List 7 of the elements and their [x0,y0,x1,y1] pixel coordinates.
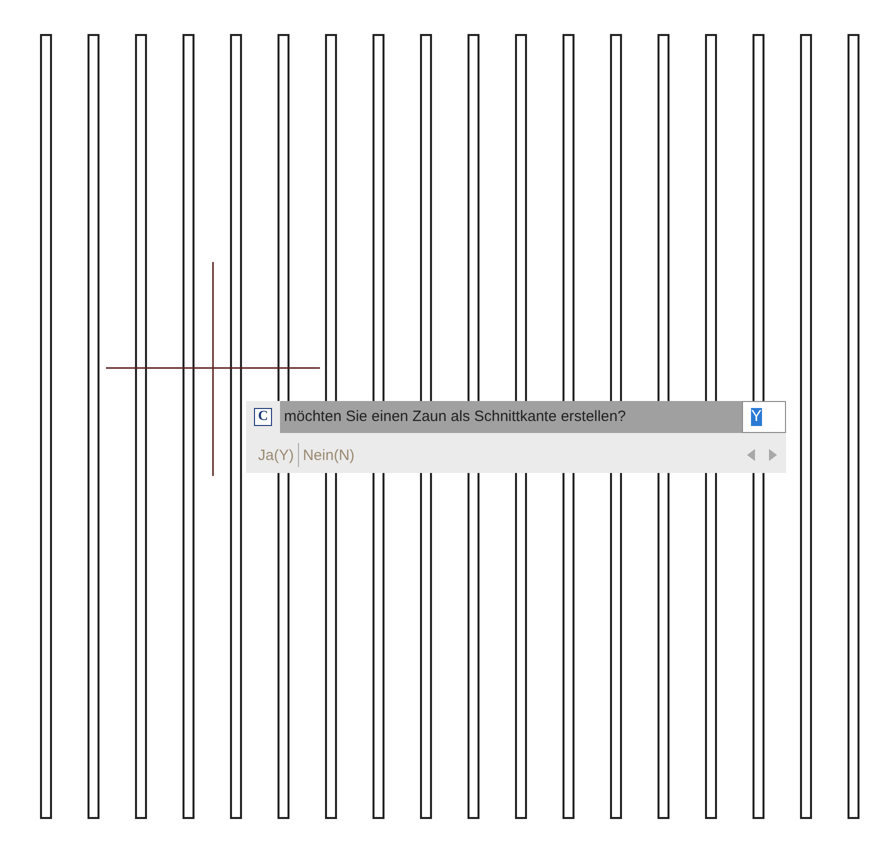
scroll-right-icon[interactable] [768,448,778,462]
command-icon: C [254,408,272,426]
input-field[interactable]: Y [742,401,786,433]
option-link[interactable]: Ja(Y) [254,446,298,464]
prompt-text: möchten Sie einen Zaun als Schnittkante erstellen? [280,401,742,433]
scroll-left-icon[interactable] [746,448,756,462]
option-link[interactable]: Nein(N) [298,446,359,464]
